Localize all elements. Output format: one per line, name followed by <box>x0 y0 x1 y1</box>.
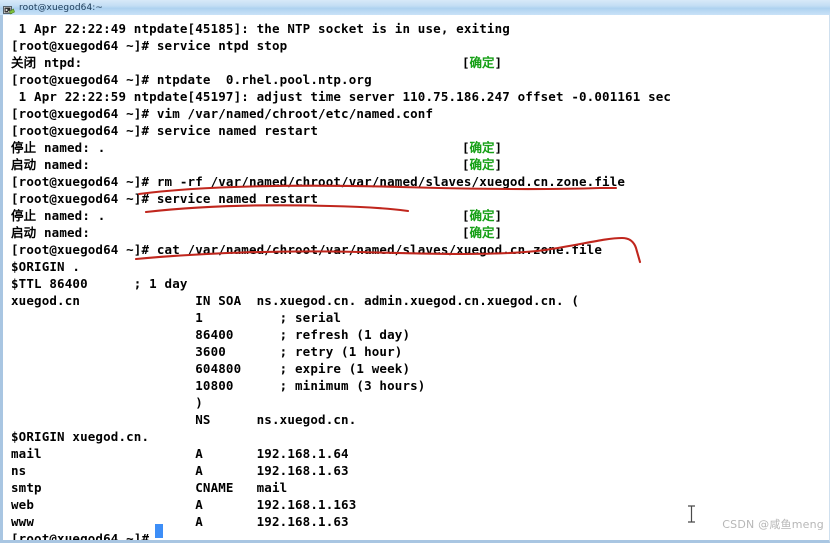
terminal-line: NS ns.xuegod.cn. <box>11 412 357 427</box>
terminal-window: root@xuegod64:~ 1 Apr 22:22:49 ntpdate[4… <box>0 0 830 545</box>
terminal-line: [root@xuegod64 ~]# rm -rf /var/named/chr… <box>11 174 626 189</box>
badge-text: 确定 <box>469 55 495 70</box>
terminal-line: 停止 named: . <box>11 140 106 155</box>
terminal-line: [root@xuegod64 ~]# service ntpd stop <box>11 38 288 53</box>
terminal-line: [root@xuegod64 ~]# ntpdate 0.rhel.pool.n… <box>11 72 372 87</box>
terminal-line: $ORIGIN xuegod.cn. <box>11 429 150 444</box>
badge-bracket-open: [ <box>462 140 470 155</box>
terminal-line: 3600 ; retry (1 hour) <box>11 344 403 359</box>
status-badge: [确定] <box>462 56 502 69</box>
terminal-line: 启动 named: <box>11 225 91 240</box>
terminal-frame[interactable]: 1 Apr 22:22:49 ntpdate[45185]: the NTP s… <box>0 15 830 543</box>
badge-bracket-open: [ <box>462 208 470 223</box>
badge-bracket-open: [ <box>462 55 470 70</box>
badge-bracket-close: ] <box>494 225 503 240</box>
terminal-line: smtp CNAME mail <box>11 480 288 495</box>
status-badge: [确定] <box>462 209 502 222</box>
status-badge: [确定] <box>462 226 502 239</box>
terminal-line: [root@xuegod64 ~]# cat /var/named/chroot… <box>11 242 603 257</box>
status-badge: [确定] <box>462 141 502 154</box>
terminal-line: 1 ; serial <box>11 310 342 325</box>
terminal-line: [root@xuegod64 ~]# service named restart <box>11 191 319 206</box>
terminal-line: 停止 named: . <box>11 208 106 223</box>
status-badge: [确定] <box>462 158 502 171</box>
terminal-cursor <box>155 524 163 538</box>
terminal-line: [root@xuegod64 ~]# <box>11 531 150 543</box>
terminal-line: 关闭 ntpd: <box>11 55 83 70</box>
badge-bracket-open: [ <box>462 157 470 172</box>
terminal-line: xuegod.cn IN SOA ns.xuegod.cn. admin.xue… <box>11 293 579 308</box>
terminal-line: [root@xuegod64 ~]# service named restart <box>11 123 319 138</box>
badge-bracket-close: ] <box>494 157 503 172</box>
window-titlebar[interactable]: root@xuegod64:~ <box>0 0 830 16</box>
badge-text: 确定 <box>469 208 495 223</box>
badge-bracket-close: ] <box>494 55 503 70</box>
window-title: root@xuegod64:~ <box>19 2 104 13</box>
csdn-watermark: CSDN @咸鱼meng <box>722 518 824 531</box>
terminal-line: [root@xuegod64 ~]# vim /var/named/chroot… <box>11 106 434 121</box>
terminal-line: 启动 named: <box>11 157 91 172</box>
terminal-line: www A 192.168.1.63 <box>11 514 349 529</box>
badge-bracket-open: [ <box>462 225 470 240</box>
terminal-line: $TTL 86400 ; 1 day <box>11 276 188 291</box>
terminal-line: 10800 ; minimum (3 hours) <box>11 378 426 393</box>
terminal-line: 1 Apr 22:22:59 ntpdate[45197]: adjust ti… <box>11 89 672 104</box>
terminal-line: mail A 192.168.1.64 <box>11 446 349 461</box>
terminal-line: 604800 ; expire (1 week) <box>11 361 411 376</box>
terminal-line: $ORIGIN . <box>11 259 81 274</box>
terminal-line: 1 Apr 22:22:49 ntpdate[45185]: the NTP s… <box>11 21 510 36</box>
terminal-line: ns A 192.168.1.63 <box>11 463 349 478</box>
mouse-ibeam-cursor <box>688 505 695 523</box>
terminal-line: ) <box>11 395 203 410</box>
putty-terminal-icon <box>3 2 15 14</box>
badge-text: 确定 <box>469 140 495 155</box>
badge-text: 确定 <box>469 157 495 172</box>
badge-bracket-close: ] <box>494 140 503 155</box>
badge-bracket-close: ] <box>494 208 503 223</box>
badge-text: 确定 <box>469 225 495 240</box>
terminal-screen[interactable]: 1 Apr 22:22:49 ntpdate[45185]: the NTP s… <box>3 15 829 540</box>
terminal-line: 86400 ; refresh (1 day) <box>11 327 411 342</box>
terminal-line: web A 192.168.1.163 <box>11 497 357 512</box>
